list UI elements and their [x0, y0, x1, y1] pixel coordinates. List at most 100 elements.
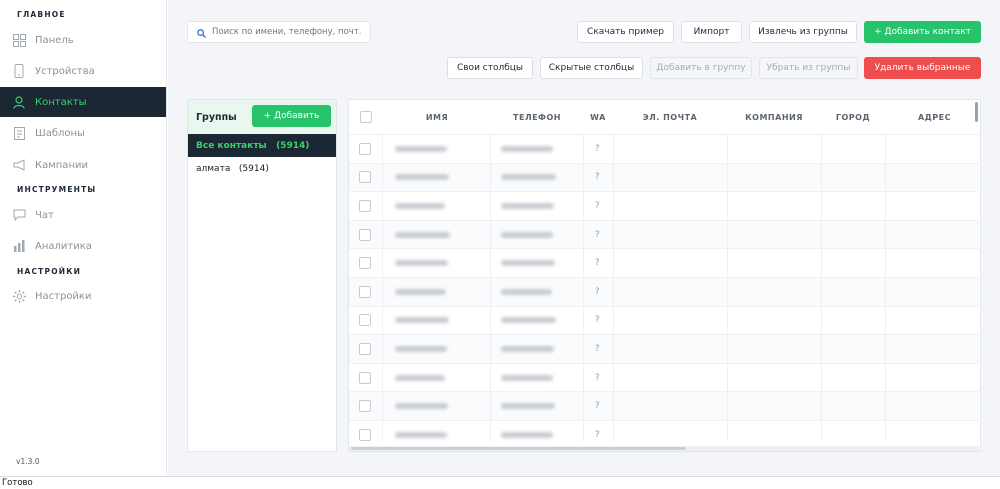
contact-phone-cell [501, 221, 553, 249]
contact-phone-cell [501, 249, 555, 277]
row-checkbox[interactable] [359, 307, 371, 335]
sidebar-section-tools: ИНСТРУМЕНТЫ [17, 185, 97, 194]
sidebar-item-label: Шаблоны [35, 127, 85, 139]
contact-name-cell [395, 192, 445, 220]
groups-header: Группы + Добавить [188, 100, 336, 134]
wa-status-cell: ? [595, 200, 600, 211]
remove-from-group-button[interactable]: Убрать из группы [759, 57, 858, 79]
column-header-city[interactable]: ГОРОД [821, 100, 885, 134]
row-checkbox[interactable] [359, 278, 371, 306]
document-icon [12, 126, 26, 140]
app-version: v1.3.0 [16, 457, 40, 466]
table-header: ИМЯ ТЕЛЕФОН WA ЭЛ. ПОЧТА КОМПАНИЯ ГОРОД … [349, 100, 980, 134]
phone-icon [12, 64, 26, 78]
contact-name-cell [395, 307, 449, 335]
column-header-email[interactable]: ЭЛ. ПОЧТА [613, 100, 727, 134]
hidden-columns-button[interactable]: Скрытые столбцы [540, 57, 643, 79]
row-checkbox[interactable] [359, 164, 371, 192]
contact-name-cell [395, 164, 449, 192]
row-checkbox[interactable] [359, 192, 371, 220]
contact-phone-cell [501, 135, 553, 163]
main-content: Скачать пример Импорт Извлечь из группы … [168, 0, 1000, 476]
megaphone-icon [12, 158, 26, 172]
status-bar: Готово [0, 476, 1000, 489]
sidebar-item-settings[interactable]: Настройки [0, 281, 166, 311]
wa-status-cell: ? [595, 143, 600, 154]
column-header-company[interactable]: КОМПАНИЯ [727, 100, 821, 134]
sidebar-item-label: Чат [35, 209, 54, 221]
sidebar: ГЛАВНОЕ Панель Устройства Контакты Шабло… [0, 0, 167, 476]
sidebar-item-campaigns[interactable]: Кампании [0, 150, 166, 180]
wa-status-cell: ? [595, 286, 600, 297]
group-item-all-contacts[interactable]: Все контакты (5914) [188, 134, 336, 157]
contact-phone-cell [501, 421, 553, 449]
sidebar-item-label: Устройства [35, 65, 95, 77]
contact-name-cell [395, 221, 450, 249]
row-checkbox[interactable] [359, 364, 371, 392]
search-icon [197, 23, 206, 42]
wa-status-cell: ? [595, 372, 600, 383]
contact-name-cell [395, 421, 447, 449]
sidebar-item-label: Панель [35, 34, 74, 46]
sidebar-item-dashboard[interactable]: Панель [0, 25, 166, 55]
wa-status-cell: ? [595, 172, 600, 183]
sidebar-item-contacts[interactable]: Контакты [0, 87, 166, 117]
contact-phone-cell [501, 164, 556, 192]
column-header-address[interactable]: АДРЕС [885, 100, 975, 134]
wa-status-cell: ? [595, 429, 600, 440]
sidebar-section-main: ГЛАВНОЕ [17, 10, 66, 19]
contact-name-cell [395, 392, 448, 420]
sidebar-item-templates[interactable]: Шаблоны [0, 118, 166, 148]
row-checkbox[interactable] [359, 221, 371, 249]
own-columns-button[interactable]: Свои столбцы [447, 57, 533, 79]
contact-phone-cell [501, 364, 553, 392]
contact-phone-cell [501, 278, 552, 306]
add-group-button[interactable]: + Добавить [252, 105, 331, 127]
gear-icon [12, 289, 26, 303]
contacts-table: ИМЯ ТЕЛЕФОН WA ЭЛ. ПОЧТА КОМПАНИЯ ГОРОД … [348, 99, 981, 452]
group-item-almaty[interactable]: алмата (5914) [188, 157, 336, 180]
scrollbar-thumb[interactable] [351, 447, 686, 450]
sidebar-item-label: Контакты [35, 96, 87, 108]
sidebar-item-chat[interactable]: Чат [0, 200, 166, 230]
add-to-group-button[interactable]: Добавить в группу [650, 57, 752, 79]
search-box[interactable] [187, 21, 371, 43]
row-checkbox[interactable] [359, 421, 371, 449]
contact-name-cell [395, 335, 447, 363]
extract-from-group-button[interactable]: Извлечь из группы [749, 21, 857, 43]
add-contact-button[interactable]: + Добавить контакт [864, 21, 981, 43]
vertical-scrollbar[interactable] [975, 102, 978, 122]
column-header-wa[interactable]: WA [583, 100, 613, 134]
contact-name-cell [395, 364, 445, 392]
contact-name-cell [395, 278, 446, 306]
contact-name-cell [395, 249, 448, 277]
delete-selected-button[interactable]: Удалить выбранные [864, 57, 981, 79]
chat-icon [12, 208, 26, 222]
search-input[interactable] [212, 27, 362, 37]
sidebar-item-analytics[interactable]: Аналитика [0, 231, 166, 261]
sidebar-section-settings: НАСТРОЙКИ [17, 267, 82, 276]
contact-phone-cell [501, 335, 554, 363]
wa-status-cell: ? [595, 401, 600, 412]
row-checkbox[interactable] [359, 392, 371, 420]
download-sample-button[interactable]: Скачать пример [577, 21, 674, 43]
chart-icon [12, 239, 26, 253]
row-checkbox[interactable] [359, 249, 371, 277]
wa-status-cell: ? [595, 343, 600, 354]
row-checkbox[interactable] [359, 335, 371, 363]
column-header-name[interactable]: ИМЯ [383, 100, 491, 134]
contact-phone-cell [501, 307, 556, 335]
contact-phone-cell [501, 392, 555, 420]
select-all-checkbox[interactable] [359, 100, 373, 134]
row-checkbox[interactable] [359, 135, 371, 163]
dashboard-icon [12, 33, 26, 47]
wa-status-cell: ? [595, 229, 600, 240]
sidebar-item-label: Настройки [35, 290, 92, 302]
contact-phone-cell [501, 192, 554, 220]
horizontal-scrollbar[interactable] [349, 446, 979, 451]
import-button[interactable]: Импорт [681, 21, 742, 43]
groups-title: Группы [196, 111, 237, 123]
sidebar-item-devices[interactable]: Устройства [0, 56, 166, 86]
column-header-phone[interactable]: ТЕЛЕФОН [491, 100, 583, 134]
wa-status-cell: ? [595, 315, 600, 326]
